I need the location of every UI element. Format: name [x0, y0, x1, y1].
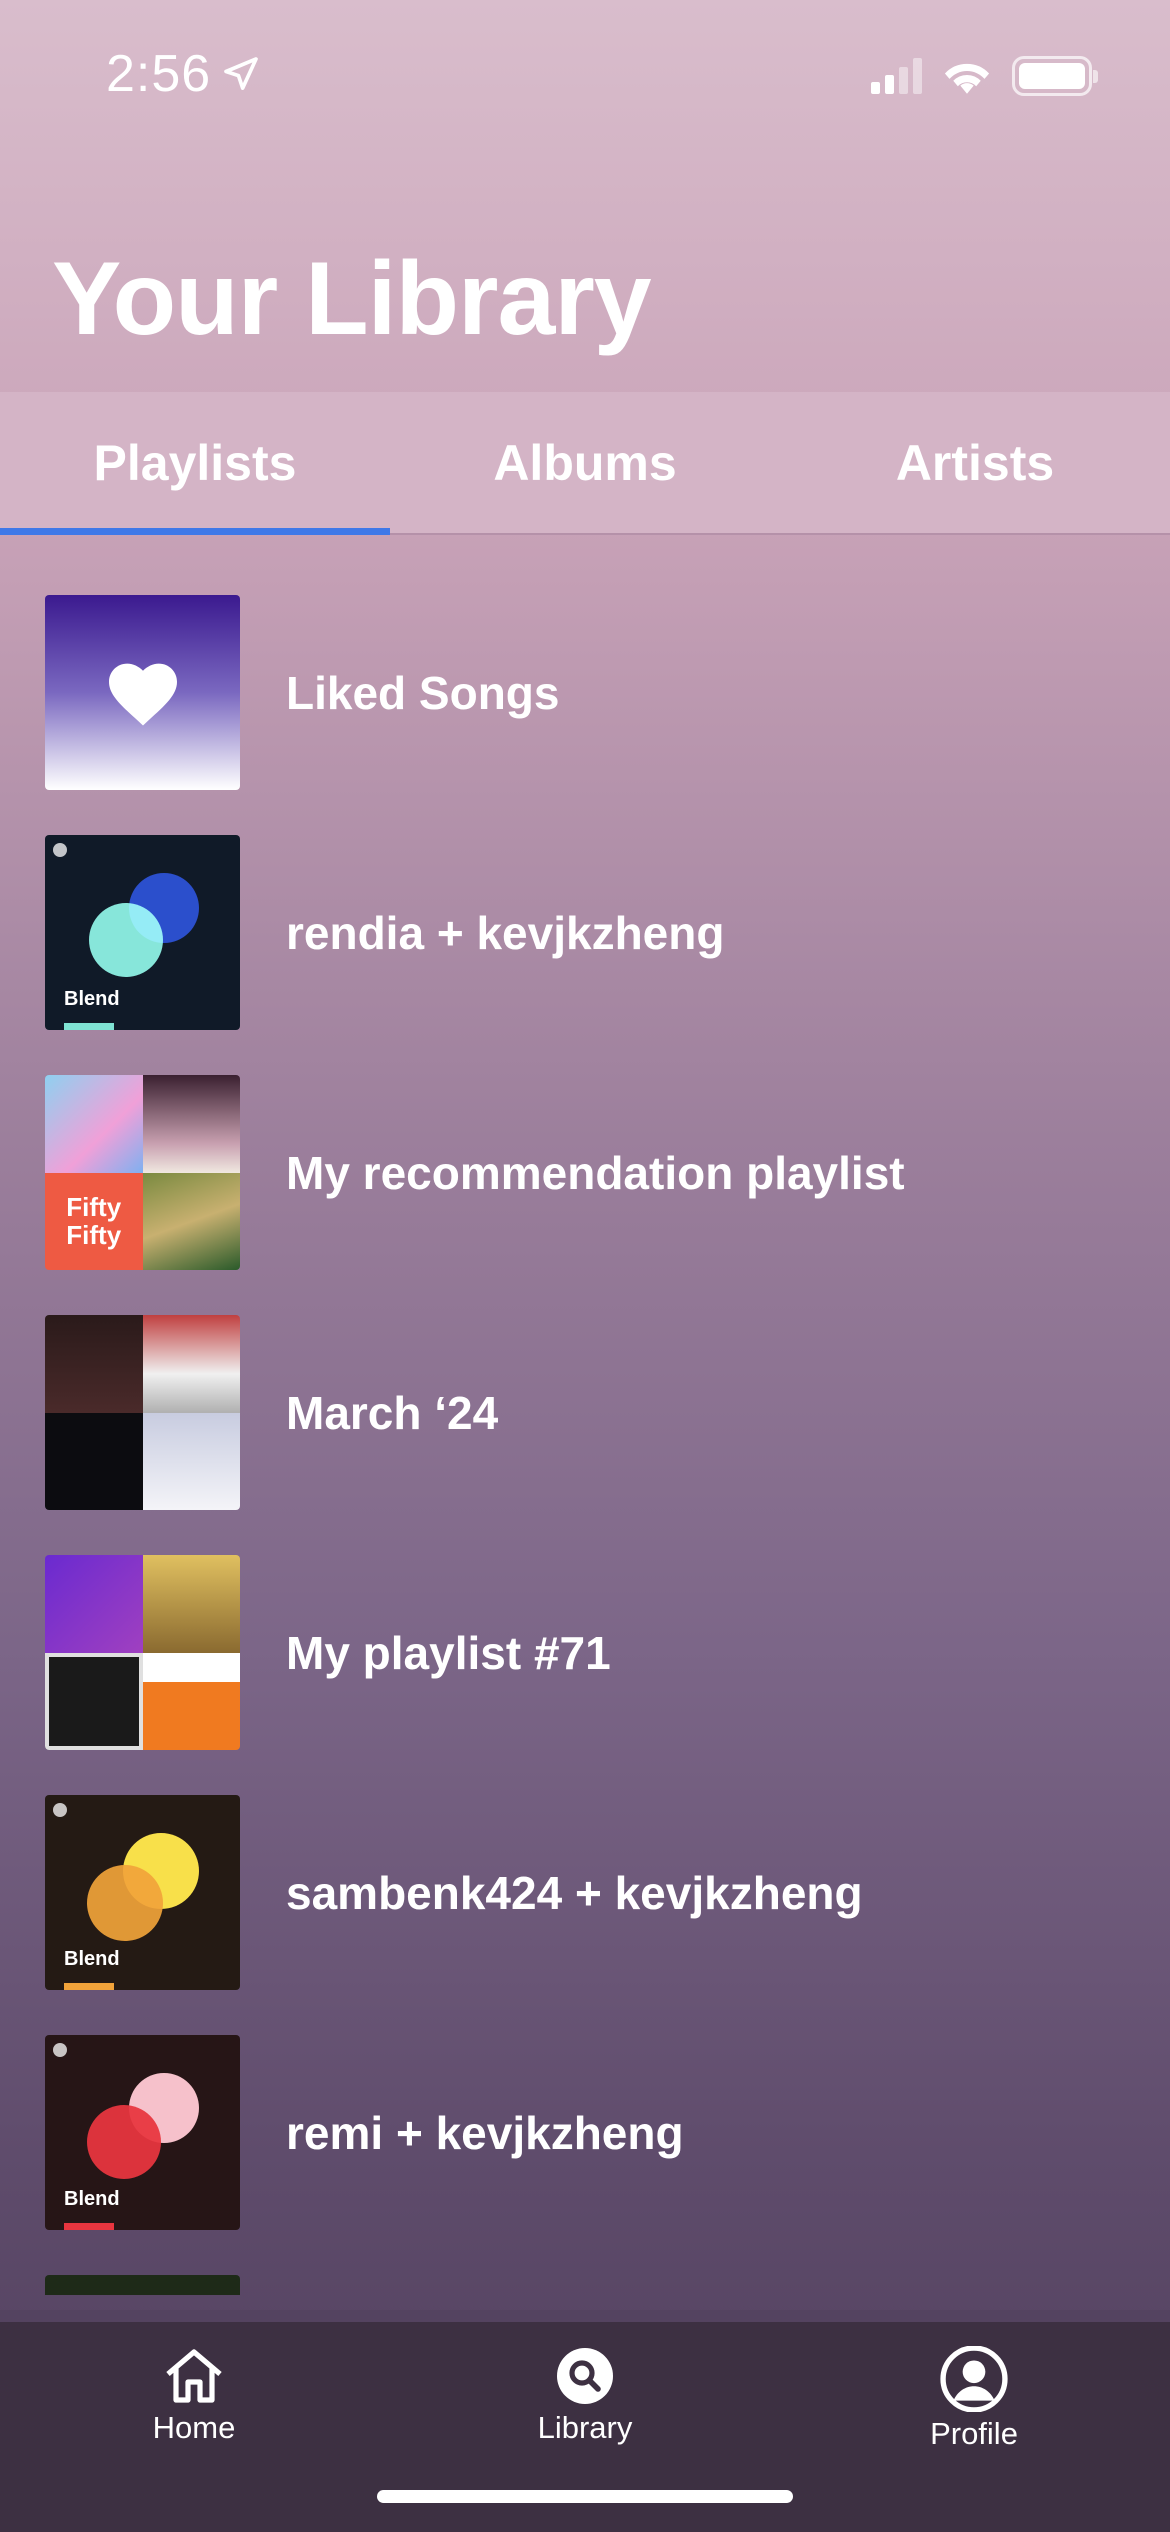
playlist-title: My recommendation playlist [286, 1146, 905, 1199]
search-icon [557, 2348, 613, 2404]
album-art [45, 1075, 143, 1173]
playlist-title: remi + kevjkzheng [286, 2106, 684, 2159]
album-art [45, 1315, 143, 1413]
home-indicator[interactable] [377, 2490, 793, 2503]
blend-cover: Blend [45, 835, 240, 1030]
list-item-partial[interactable] [45, 2275, 240, 2295]
list-item-blend-rendia[interactable]: Blend rendia + kevjkzheng [45, 835, 724, 1030]
status-icons [871, 56, 1098, 96]
nav-home[interactable]: Home [94, 2346, 294, 2446]
library-tabs: Playlists Albums Artists [0, 392, 1170, 535]
page-title: Your Library [52, 241, 652, 357]
album-art [45, 1652, 143, 1750]
playlist-title: Liked Songs [286, 666, 560, 719]
blend-circle [89, 903, 163, 977]
spotify-logo-icon [53, 2043, 67, 2057]
blend-accent-bar [64, 2223, 114, 2230]
album-art: Fifty Fifty [45, 1172, 143, 1270]
blend-accent-bar [64, 1983, 114, 1990]
list-item-recommendation[interactable]: Fifty Fifty My recommendation playlist [45, 1075, 905, 1270]
liked-songs-cover [45, 595, 240, 790]
album-art [45, 1412, 143, 1510]
playlist-title: March ‘24 [286, 1386, 499, 1439]
album-art [142, 1315, 240, 1413]
tab-artists[interactable]: Artists [780, 392, 1170, 533]
clock-text: 2:56 [106, 45, 212, 103]
mosaic-cover [45, 1315, 240, 1510]
spotify-logo-icon [53, 1803, 67, 1817]
blend-circle [87, 2105, 161, 2179]
status-time: 2:56 [106, 44, 261, 104]
album-art [142, 1555, 240, 1653]
playlist-title: rendia + kevjkzheng [286, 906, 725, 959]
list-item-playlist-71[interactable]: My playlist #71 [45, 1555, 611, 1750]
nav-profile[interactable]: Profile [874, 2346, 1074, 2452]
home-icon [166, 2349, 222, 2403]
blend-accent-bar [64, 1023, 114, 1030]
blend-circle [87, 1865, 163, 1941]
blend-label: Blend [64, 988, 120, 1010]
list-item-blend-sambenk[interactable]: Blend sambenk424 + kevjkzheng [45, 1795, 863, 1990]
list-item-blend-remi[interactable]: Blend remi + kevjkzheng [45, 2035, 684, 2230]
list-item-liked-songs[interactable]: Liked Songs [45, 595, 559, 790]
blend-label: Blend [64, 1948, 120, 1970]
heart-icon [108, 663, 177, 725]
status-bar: 2:56 [0, 0, 1170, 150]
tab-playlists[interactable]: Playlists [0, 392, 390, 535]
nav-label: Library [537, 2410, 633, 2445]
location-arrow-icon [224, 57, 259, 90]
album-art [45, 1555, 143, 1653]
album-art [142, 1172, 240, 1270]
tab-albums[interactable]: Albums [390, 392, 780, 533]
wifi-icon [944, 63, 990, 94]
nav-label: Profile [930, 2416, 1018, 2451]
list-item-march-24[interactable]: March ‘24 [45, 1315, 498, 1510]
blend-cover: Blend [45, 2035, 240, 2230]
profile-icon [940, 2346, 1008, 2412]
album-art [142, 1412, 240, 1510]
blend-label: Blend [64, 2188, 120, 2210]
cellular-signal-icon [871, 58, 922, 94]
nav-library[interactable]: Library [485, 2346, 685, 2446]
spotify-logo-icon [53, 843, 67, 857]
playlist-title: sambenk424 + kevjkzheng [286, 1866, 863, 1919]
album-art [142, 1652, 240, 1750]
playlist-title: My playlist #71 [286, 1626, 611, 1679]
album-art-text: Fifty Fifty [66, 1192, 122, 1251]
mosaic-cover: Fifty Fifty [45, 1075, 240, 1270]
nav-label: Home [152, 2410, 236, 2445]
battery-icon [1012, 56, 1098, 96]
mosaic-cover [45, 1555, 240, 1750]
blend-cover: Blend [45, 1795, 240, 1990]
album-art [142, 1075, 240, 1173]
